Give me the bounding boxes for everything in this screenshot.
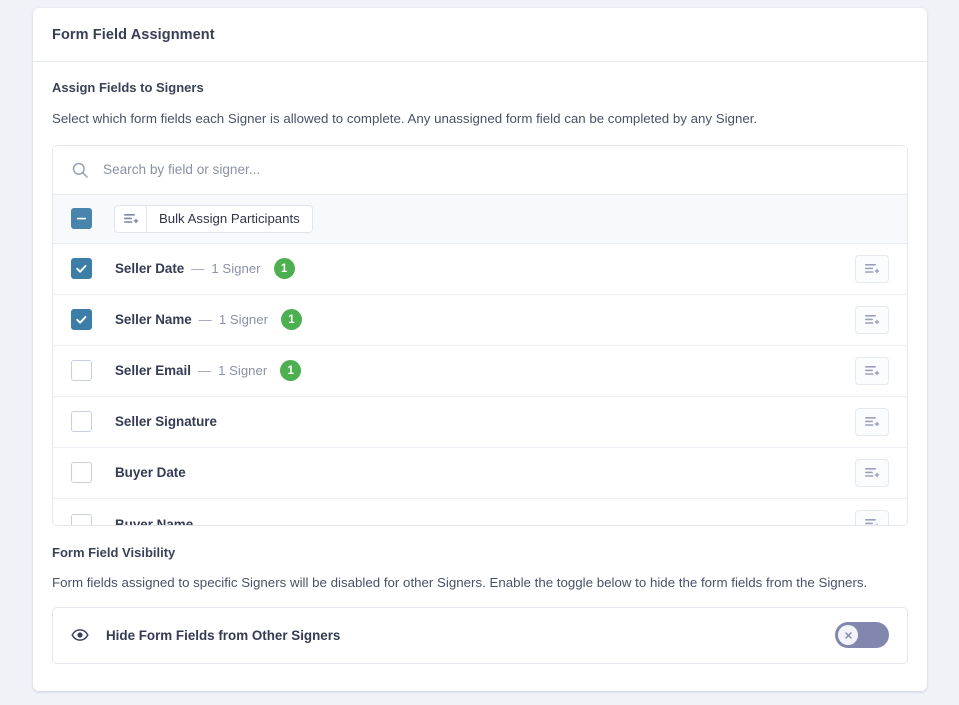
field-checkbox[interactable] (71, 513, 92, 525)
bulk-assign-participants-label: Bulk Assign Participants (159, 211, 300, 227)
bulk-assign-participants-button[interactable]: Bulk Assign Participants (114, 204, 313, 233)
assign-participants-icon[interactable] (855, 305, 889, 334)
assign-section-title: Assign Fields to Signers (52, 80, 204, 95)
assign-participants-icon (115, 205, 147, 232)
field-signer-count: 1 Signer (211, 261, 261, 277)
visibility-section-title: Form Field Visibility (52, 544, 176, 560)
field-info: Seller Name — 1 Signer 1 (115, 309, 855, 331)
field-separator: — (191, 261, 205, 277)
field-info: Buyer Date (115, 465, 855, 480)
field-info: Seller Date — 1 Signer 1 (115, 258, 855, 280)
assign-participants-icon[interactable] (855, 510, 889, 525)
hide-form-fields-row: Hide Form Fields from Other Signers (52, 606, 908, 664)
table-row[interactable]: Seller Name — 1 Signer 1 (53, 294, 907, 346)
form-field-assignment-card: Form Field Assignment Assign Fields to S… (33, 8, 927, 691)
field-name: Seller Date (115, 261, 185, 277)
field-checkbox[interactable] (71, 462, 92, 484)
page-title: Form Field Assignment (52, 26, 215, 43)
toggle-knob (838, 625, 858, 646)
field-name: Seller Name (115, 312, 192, 328)
field-name: Buyer Name (115, 516, 194, 526)
search-row (53, 146, 907, 195)
field-checkbox[interactable] (71, 360, 92, 382)
visibility-section-description: Form fields assigned to specific Signers… (52, 574, 868, 590)
assign-participants-icon[interactable] (855, 458, 889, 487)
hide-form-fields-label: Hide Form Fields from Other Signers (106, 627, 341, 643)
table-row[interactable]: Seller Signature (53, 396, 907, 448)
field-separator: — (197, 363, 212, 379)
field-separator: — (198, 312, 212, 328)
field-name: Buyer Date (115, 465, 186, 481)
field-name: Seller Email (115, 363, 191, 379)
card-body: Assign Fields to Signers Select which fo… (33, 62, 927, 664)
field-signer-count: 1 Signer (218, 363, 268, 379)
card-header: Form Field Assignment (33, 8, 927, 62)
search-icon (71, 161, 89, 179)
bulk-assign-row: Bulk Assign Participants (53, 194, 907, 244)
select-all-checkbox[interactable] (71, 208, 92, 230)
assign-participants-icon[interactable] (855, 356, 889, 385)
field-rows: Seller Date — 1 Signer 1 Seller Name — 1 Signe… (53, 243, 907, 526)
field-checkbox[interactable] (71, 411, 92, 433)
field-info: Buyer Name (115, 516, 855, 526)
assign-section-description: Select which form fields each Signer is … (52, 111, 758, 126)
search-input[interactable] (103, 162, 889, 178)
field-checkbox[interactable] (71, 309, 92, 331)
status-badge: 1 (273, 258, 295, 280)
assign-participants-icon[interactable] (855, 407, 889, 436)
table-row[interactable]: Buyer Date (53, 447, 907, 499)
field-checkbox[interactable] (71, 258, 92, 280)
status-badge: 1 (280, 360, 302, 382)
eye-icon (71, 626, 89, 644)
field-info: Seller Signature (115, 414, 855, 429)
hide-form-fields-toggle[interactable] (835, 622, 889, 649)
table-row[interactable]: Seller Date — 1 Signer 1 (53, 243, 907, 295)
assign-participants-icon[interactable] (855, 254, 889, 283)
field-list-container: Bulk Assign Participants Seller Date — 1 S… (52, 144, 908, 526)
table-row[interactable]: Seller Email — 1 Signer 1 (53, 345, 907, 397)
field-info: Seller Email — 1 Signer 1 (115, 360, 855, 382)
field-name: Seller Signature (115, 414, 217, 430)
field-signer-count: 1 Signer (218, 312, 268, 328)
status-badge: 1 (280, 309, 302, 331)
table-row[interactable]: Buyer Name (53, 498, 907, 526)
